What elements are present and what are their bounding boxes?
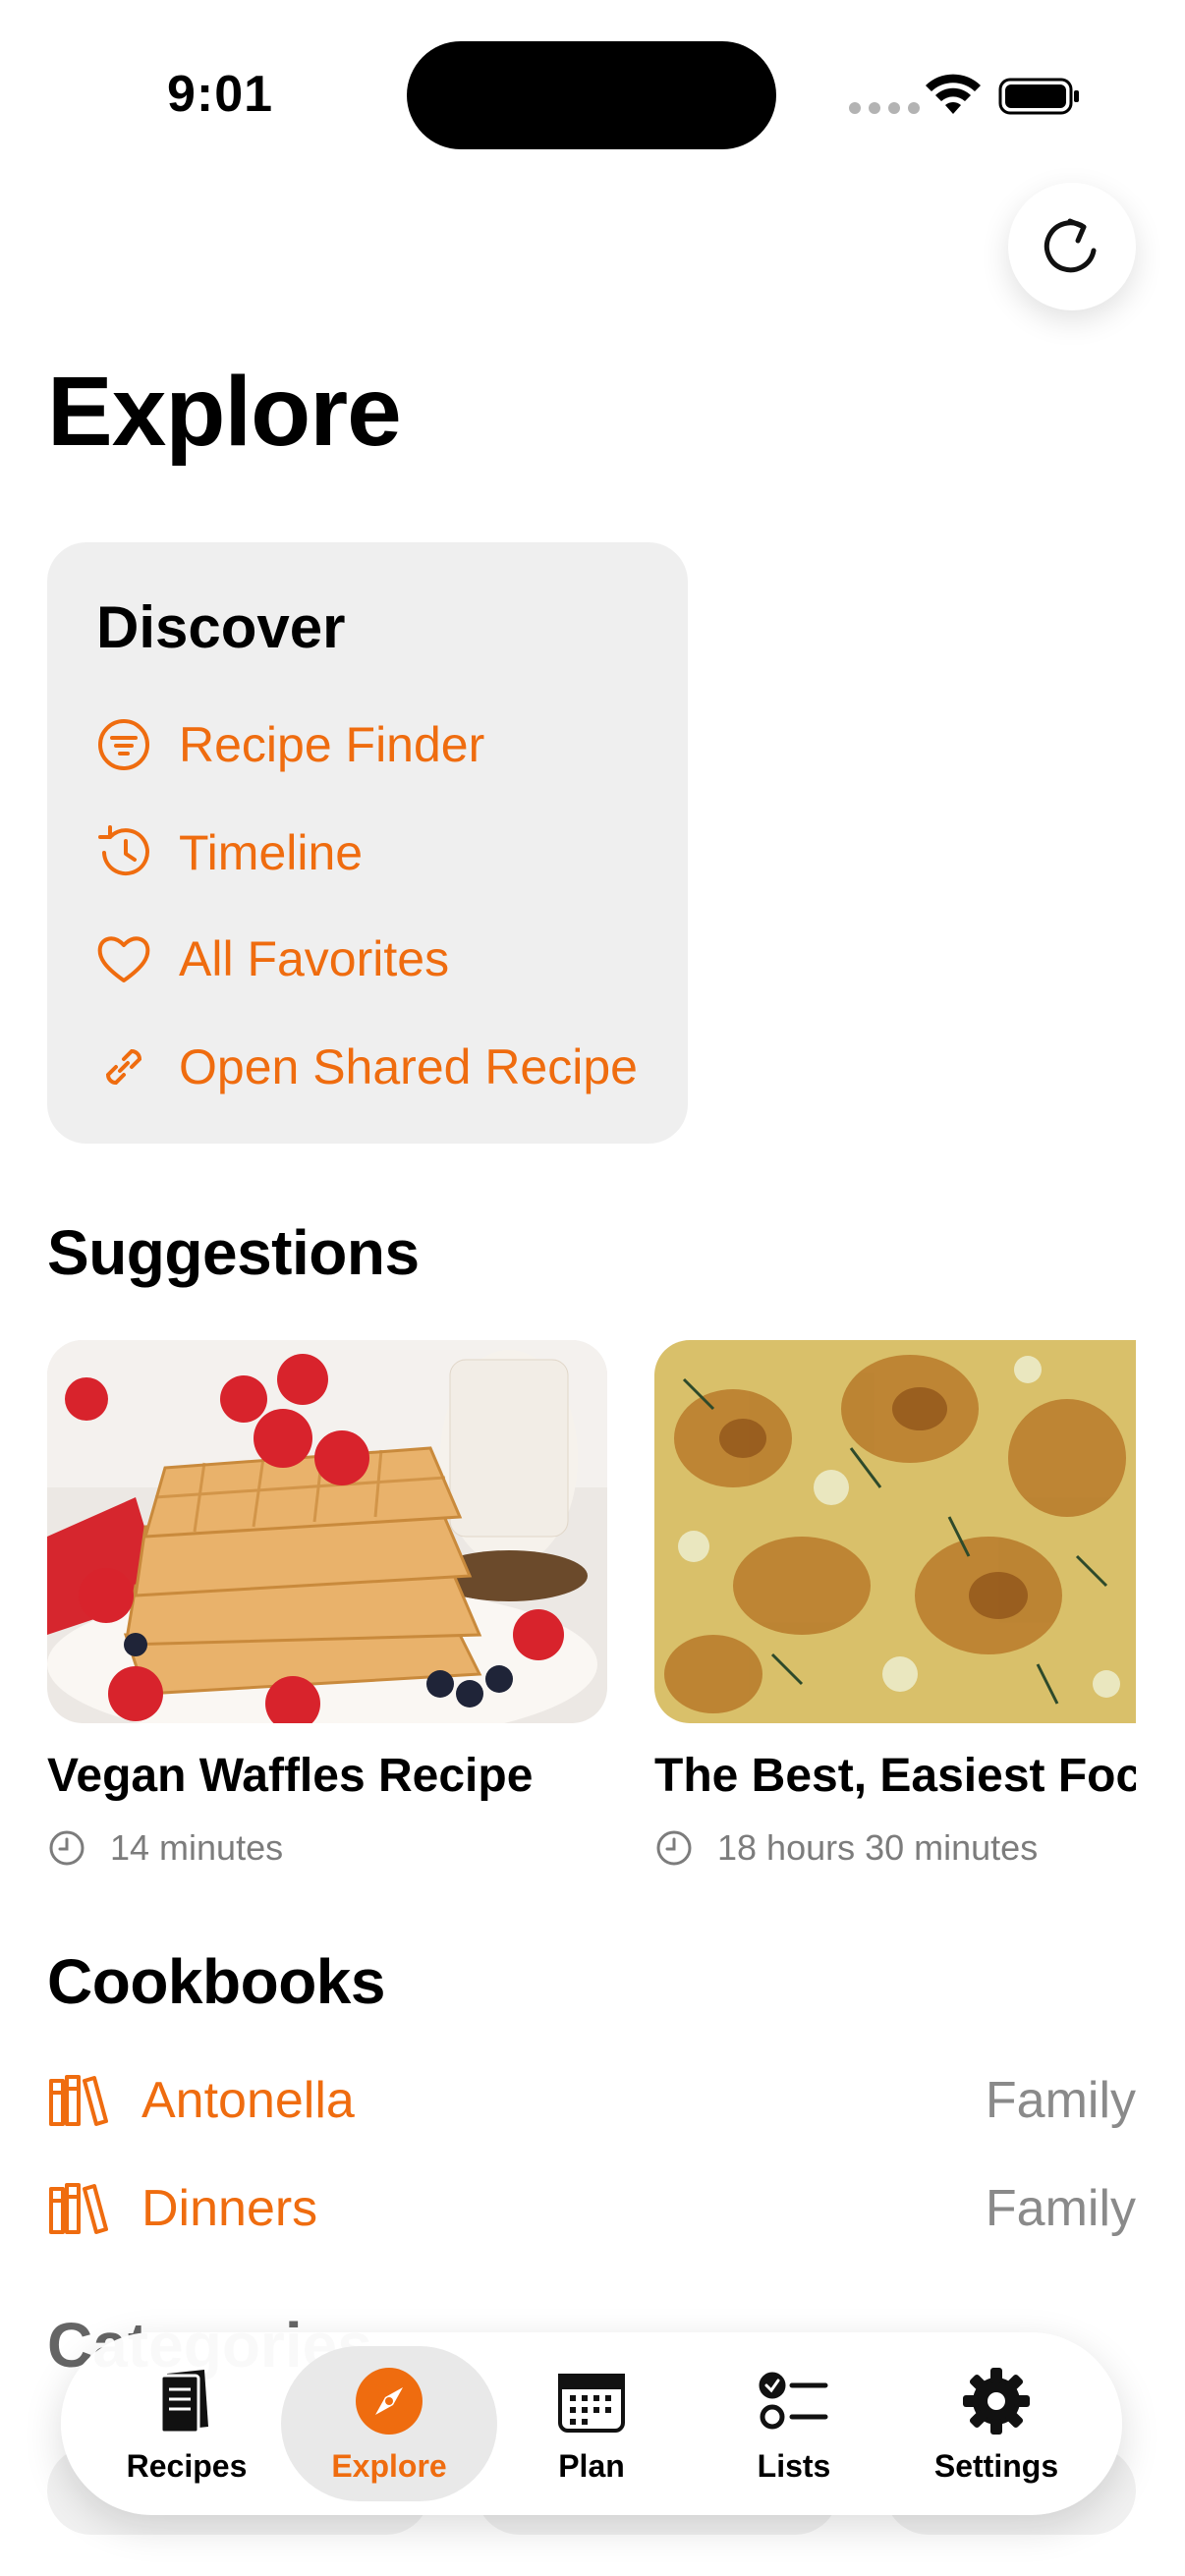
gear-icon <box>963 2367 1030 2435</box>
all-favorites-label: All Favorites <box>179 931 450 986</box>
cookbook-name: Antonella <box>141 2072 355 2129</box>
history-clock-icon <box>98 825 149 876</box>
refresh-icon <box>1044 218 1097 273</box>
suggestion-time-focaccia: 18 hours 30 minutes <box>654 1827 1038 1869</box>
recipe-finder-label: Recipe Finder <box>179 717 485 772</box>
heart-icon <box>97 936 150 982</box>
suggestions-title: Suggestions <box>47 1217 420 1288</box>
cellular-signal-icon <box>849 102 920 114</box>
timeline-link[interactable]: Timeline <box>94 823 363 882</box>
focaccia-photo <box>654 1340 1136 1723</box>
filter-icon <box>98 719 149 770</box>
cookbook-tag: Family <box>985 2072 1136 2129</box>
page-title: Explore <box>47 357 402 467</box>
cookbook-row-dinners[interactable]: Dinners Family <box>47 2169 1136 2248</box>
cookbook-tag: Family <box>985 2180 1136 2237</box>
refresh-button[interactable] <box>1008 183 1136 310</box>
tab-label: Plan <box>558 2447 625 2484</box>
link-icon <box>105 1048 142 1086</box>
suggestion-card-image-focaccia[interactable] <box>654 1340 1136 1723</box>
clock-icon <box>49 1830 85 1866</box>
open-shared-recipe-link[interactable]: Open Shared Recipe <box>94 1037 638 1096</box>
cookbooks-title: Cookbooks <box>47 1946 385 2017</box>
timeline-label: Timeline <box>179 825 364 880</box>
tab-label: Lists <box>757 2447 831 2484</box>
calendar-icon <box>558 2373 625 2433</box>
books-icon <box>49 2075 108 2126</box>
compass-icon <box>356 2367 423 2435</box>
cookbook-row-antonella[interactable]: Antonella Family <box>47 2061 1136 2140</box>
waffles-photo <box>47 1340 607 1723</box>
checklist-icon <box>759 2372 828 2429</box>
status-time: 9:01 <box>167 66 274 123</box>
suggestion-card-image-waffles[interactable] <box>47 1340 607 1723</box>
discover-title: Discover <box>96 594 346 660</box>
recipe-book-icon <box>159 2369 208 2434</box>
suggestion-title-focaccia[interactable]: The Best, Easiest Focaccia <box>654 1749 1136 1803</box>
dynamic-island <box>407 41 776 149</box>
tab-label: Explore <box>331 2447 447 2484</box>
tab-settings[interactable]: Settings <box>888 2346 1104 2501</box>
battery-icon <box>998 78 1079 115</box>
open-shared-recipe-label: Open Shared Recipe <box>179 1039 638 1094</box>
tab-label: Recipes <box>126 2447 248 2484</box>
all-favorites-link[interactable]: All Favorites <box>94 929 449 988</box>
clock-icon <box>656 1830 692 1866</box>
wifi-icon <box>926 74 981 114</box>
suggestion-title-waffles[interactable]: Vegan Waffles Recipe <box>47 1749 627 1803</box>
tab-recipes[interactable]: Recipes <box>79 2346 295 2501</box>
tab-lists[interactable]: Lists <box>686 2346 902 2501</box>
tab-label: Settings <box>933 2447 1059 2484</box>
books-icon <box>49 2183 108 2234</box>
suggestion-time-label: 14 minutes <box>110 1827 284 1868</box>
cookbook-name: Dinners <box>141 2180 318 2237</box>
tab-explore[interactable]: Explore <box>281 2346 497 2501</box>
suggestion-time-label: 18 hours 30 minutes <box>717 1827 1039 1868</box>
recipe-finder-link[interactable]: Recipe Finder <box>94 715 484 774</box>
tab-plan[interactable]: Plan <box>483 2346 700 2501</box>
suggestion-time-waffles: 14 minutes <box>47 1827 283 1869</box>
